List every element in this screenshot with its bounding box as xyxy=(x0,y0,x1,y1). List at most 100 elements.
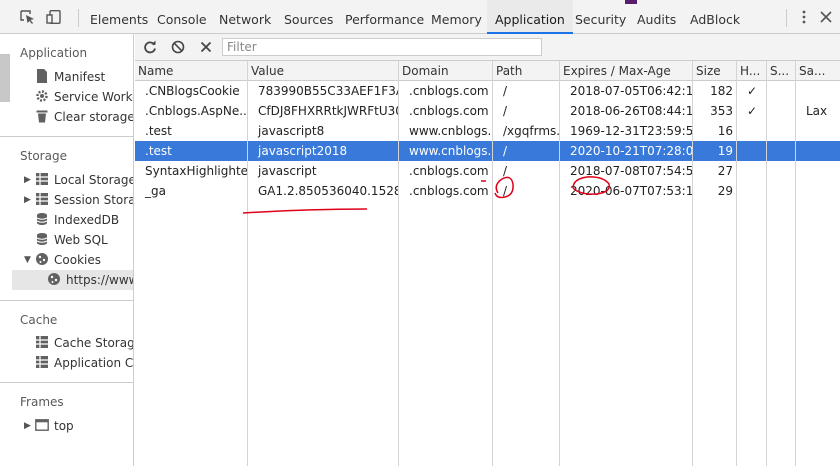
table-row[interactable]: .CNBlogsCookie 783990B55C33AEF1F3AB... .cn… xyxy=(135,81,840,101)
sidebar-item-label: Cookies xyxy=(54,253,101,267)
cell-domain: www.cnblogs.... xyxy=(409,144,493,158)
cell-name: .CNBlogsCookie xyxy=(145,84,240,98)
sidebar-divider xyxy=(0,300,133,301)
table-row[interactable]: _ga GA1.2.850536040.15284... .cnblogs.com /… xyxy=(135,181,840,201)
sidebar-item-indexeddb[interactable]: IndexedDB xyxy=(35,210,119,230)
devtools-toolbar: Elements Console Network Sources Perform… xyxy=(0,0,840,34)
cell-name: _ga xyxy=(145,184,166,198)
cell-samesite xyxy=(796,161,840,181)
tab-network[interactable]: Network xyxy=(219,0,271,34)
column-header-samesite[interactable]: Sa... xyxy=(796,61,840,81)
sidebar-item-service-workers[interactable]: Service Workers xyxy=(35,87,133,107)
sidebar-scrollbar[interactable] xyxy=(0,54,10,102)
column-header-name[interactable]: Name xyxy=(135,61,248,81)
sidebar-item-cookies[interactable]: ▼ Cookies xyxy=(24,250,101,270)
column-divider[interactable] xyxy=(736,61,737,466)
column-divider[interactable] xyxy=(766,61,767,466)
cell-path: / xyxy=(503,184,508,198)
cell-expires: 2018-06-26T08:44:10.... xyxy=(570,104,693,118)
sidebar-item-label: Web SQL xyxy=(54,233,108,247)
section-title-storage: Storage xyxy=(20,149,67,163)
close-icon[interactable] xyxy=(818,10,834,24)
section-title-cache: Cache xyxy=(20,313,58,327)
cell-samesite: Lax xyxy=(806,104,828,118)
cell-path: / xyxy=(503,104,508,118)
tab-console[interactable]: Console xyxy=(157,0,207,34)
cell-samesite xyxy=(796,81,840,101)
tab-memory[interactable]: Memory xyxy=(431,0,482,34)
section-title-application: Application xyxy=(20,46,88,60)
column-header-value[interactable]: Value xyxy=(248,61,399,81)
tab-application[interactable]: Application xyxy=(487,0,573,34)
underline-mark xyxy=(242,208,368,214)
grid-icon xyxy=(36,193,48,205)
sidebar-item-application-cache[interactable]: Application Cache xyxy=(35,353,133,373)
top-edge-mark xyxy=(625,0,637,4)
column-header-secure[interactable]: S... xyxy=(767,61,796,81)
device-toolbar-icon[interactable] xyxy=(46,10,62,24)
sidebar-item-label: Service Workers xyxy=(54,90,133,104)
sidebar-item-local-storage[interactable]: ▶ Local Storage xyxy=(24,170,133,190)
inspect-element-icon[interactable] xyxy=(20,10,36,24)
sidebar-item-cache-storage[interactable]: Cache Storage xyxy=(35,333,133,353)
cell-value: 783990B55C33AEF1F3AB... xyxy=(258,84,399,98)
cell-size: 353 xyxy=(710,104,733,118)
grid-icon xyxy=(36,173,48,185)
cell-httponly xyxy=(737,181,767,201)
delete-selected-icon[interactable] xyxy=(199,40,213,54)
cell-value: GA1.2.850536040.15284... xyxy=(258,184,399,198)
sidebar-item-session-storage[interactable]: ▶ Session Storage xyxy=(24,190,133,210)
cell-httponly: ✓ xyxy=(746,84,758,98)
frame-icon xyxy=(35,419,49,431)
sidebar-item-clear-storage[interactable]: Clear storage xyxy=(35,107,133,127)
sidebar-item-cookie-origin[interactable]: https://www.cnblogs.com xyxy=(47,270,133,290)
column-header-size[interactable]: Size xyxy=(693,61,737,81)
cell-domain: .cnblogs.com xyxy=(409,84,489,98)
column-header-path[interactable]: Path xyxy=(493,61,560,81)
table-row[interactable]: SyntaxHighlighter javascript .cnblogs.com /… xyxy=(135,161,840,181)
cell-name: .test xyxy=(145,124,172,138)
collapse-triangle-icon[interactable]: ▼ xyxy=(24,250,31,270)
table-row[interactable]: .test javascript8 www.cnblogs.... /xgqfrms.… xyxy=(135,121,840,141)
tab-performance[interactable]: Performance xyxy=(345,0,424,34)
tab-security[interactable]: Security xyxy=(575,0,626,34)
sidebar-item-frame-top[interactable]: ▶ top xyxy=(24,416,74,436)
sidebar-item-manifest[interactable]: Manifest xyxy=(35,67,105,87)
column-header-expires[interactable]: Expires / Max-Age xyxy=(560,61,693,81)
cell-samesite xyxy=(796,181,840,201)
cell-path: / xyxy=(503,84,508,98)
tab-sources[interactable]: Sources xyxy=(284,0,333,34)
sidebar-divider xyxy=(0,136,133,137)
column-divider[interactable] xyxy=(559,61,560,466)
column-divider[interactable] xyxy=(247,61,248,466)
cell-samesite xyxy=(796,141,840,161)
column-divider[interactable] xyxy=(795,61,796,466)
cookie-icon xyxy=(48,273,60,285)
tab-audits[interactable]: Audits xyxy=(637,0,676,34)
sidebar-item-label: Manifest xyxy=(54,70,106,84)
table-row[interactable]: .Cnblogs.AspNe... CfDJ8FHXRRtkJWRFtU30...… xyxy=(135,101,840,121)
tab-adblock[interactable]: AdBlock xyxy=(690,0,740,34)
column-divider[interactable] xyxy=(492,61,493,466)
sidebar-divider xyxy=(0,382,133,383)
cell-size: 29 xyxy=(717,184,733,198)
document-icon xyxy=(37,69,47,83)
table-row[interactable]: .test javascript2018 www.cnblogs.... / 2020-… xyxy=(135,141,840,161)
column-header-domain[interactable]: Domain xyxy=(399,61,493,81)
expand-triangle-icon[interactable]: ▶ xyxy=(24,190,31,210)
more-options-icon[interactable] xyxy=(796,10,812,24)
cell-domain: .cnblogs.com xyxy=(409,164,489,178)
expand-triangle-icon[interactable]: ▶ xyxy=(24,170,31,190)
sidebar-item-web-sql[interactable]: Web SQL xyxy=(35,230,108,250)
refresh-icon[interactable] xyxy=(143,40,157,54)
column-divider[interactable] xyxy=(692,61,693,466)
column-divider[interactable] xyxy=(398,61,399,466)
filter-input[interactable] xyxy=(222,38,542,56)
tab-elements[interactable]: Elements xyxy=(90,0,148,34)
column-header-httponly[interactable]: H... xyxy=(737,61,767,81)
cell-httponly: ✓ xyxy=(746,104,758,118)
toolbar-separator xyxy=(78,9,79,27)
grid-icon xyxy=(36,356,48,368)
expand-triangle-icon[interactable]: ▶ xyxy=(24,416,31,436)
clear-all-icon[interactable] xyxy=(171,40,185,54)
